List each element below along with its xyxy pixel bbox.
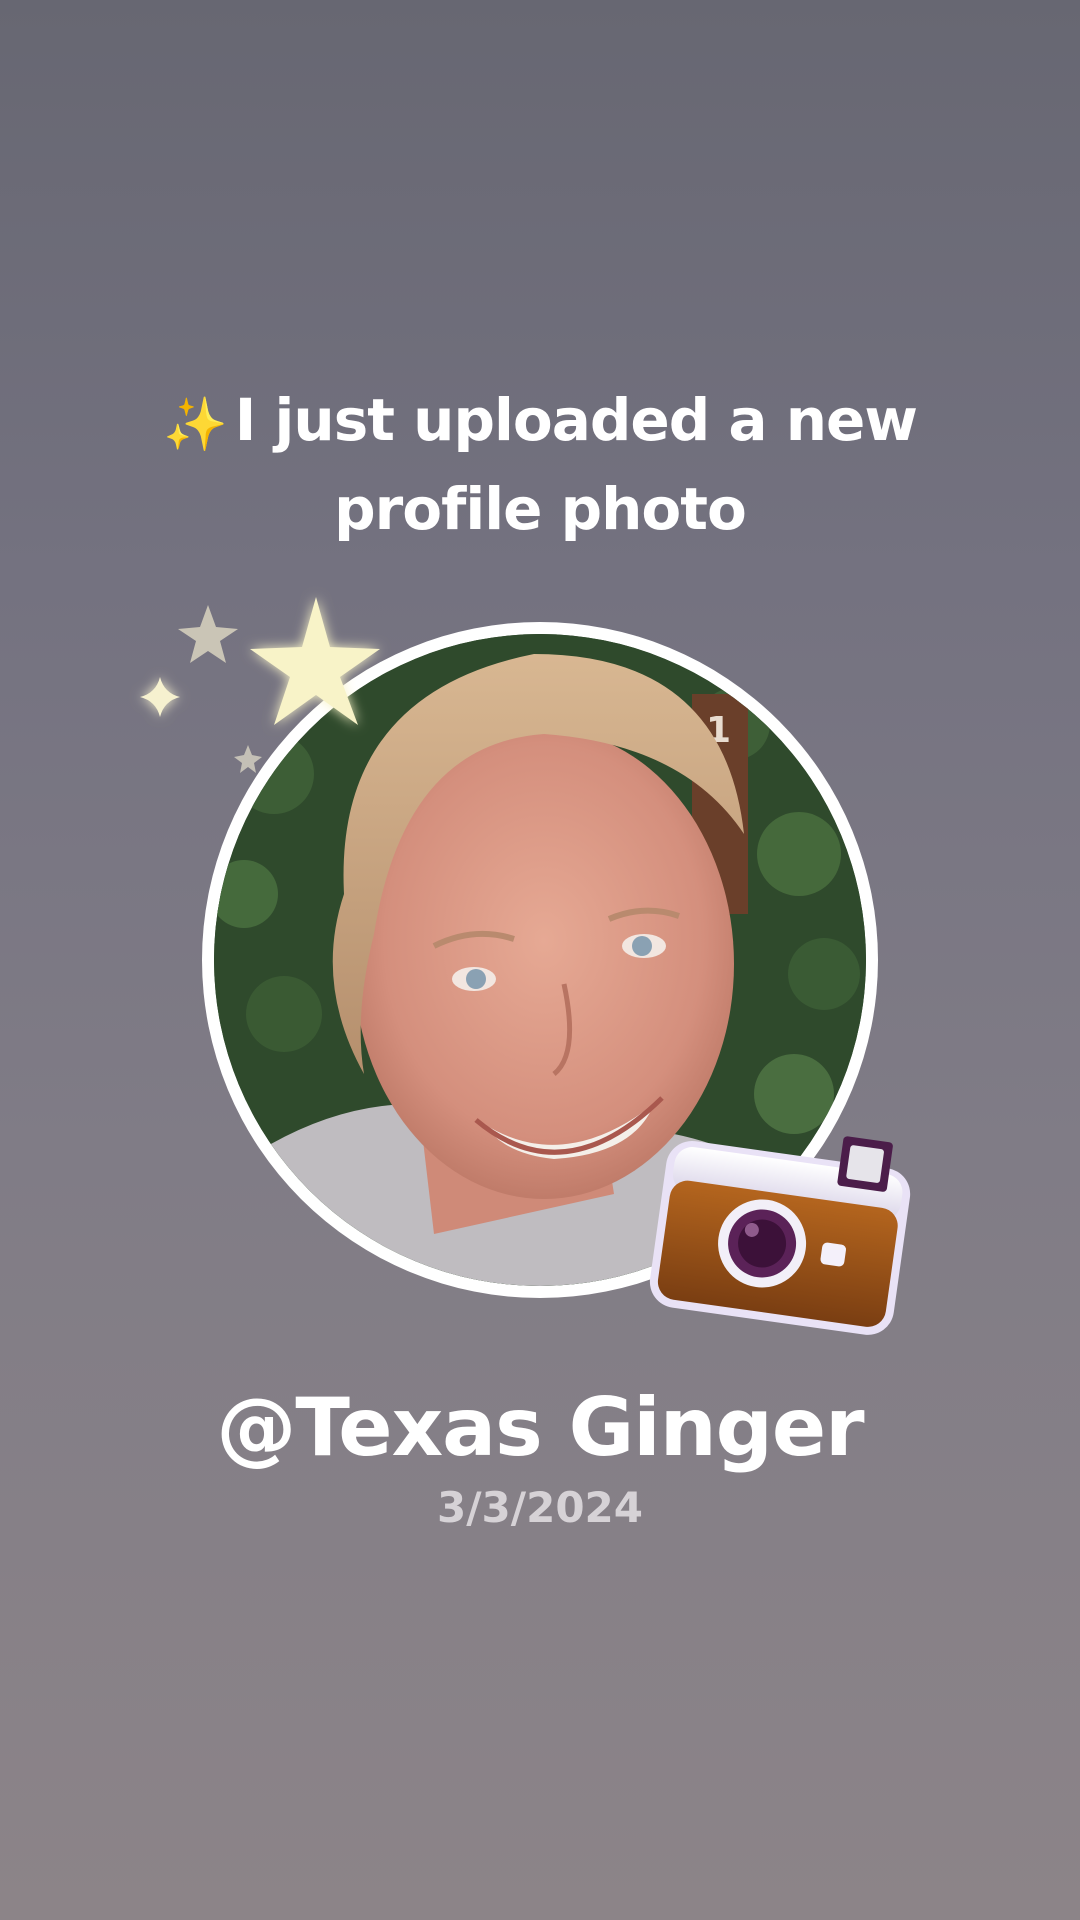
headline-text: I just uploaded a new profile photo xyxy=(234,386,918,543)
sparkles-icon: ✨ xyxy=(163,395,228,455)
profile-photo-announcement: ✨ I just uploaded a new profile photo 1 … xyxy=(0,0,1080,1920)
headline: ✨ I just uploaded a new profile photo xyxy=(90,378,990,551)
username[interactable]: @Texas Ginger xyxy=(0,1378,1080,1478)
post-date: 3/3/2024 xyxy=(436,1483,644,1532)
stars-decoration-icon xyxy=(140,597,380,773)
camera-icon xyxy=(649,1136,911,1335)
